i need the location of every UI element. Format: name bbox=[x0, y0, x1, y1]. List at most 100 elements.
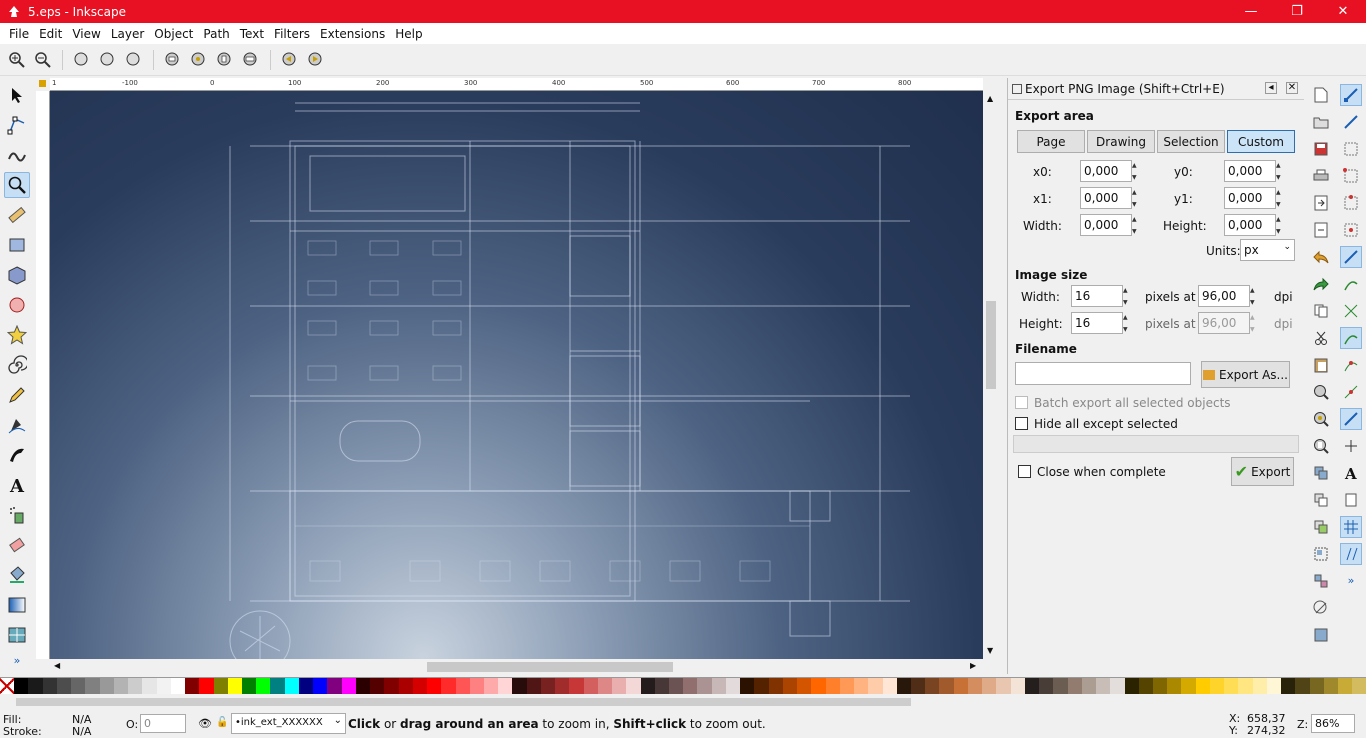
zoom-page-icon[interactable] bbox=[213, 48, 237, 72]
object-properties-icon[interactable] bbox=[1310, 597, 1332, 619]
zoom-tool-icon[interactable] bbox=[4, 172, 30, 198]
color-swatch[interactable] bbox=[1352, 678, 1366, 694]
snap-bbox-edge-icon[interactable] bbox=[1340, 138, 1362, 160]
zoom-drawing-cmd-icon[interactable] bbox=[1310, 408, 1332, 430]
duplicate-icon[interactable] bbox=[1310, 462, 1332, 484]
area-height-input[interactable]: 0,000 ▲ ▼ bbox=[1224, 214, 1281, 236]
color-swatch[interactable] bbox=[555, 678, 570, 694]
star-tool-icon[interactable] bbox=[4, 322, 30, 348]
color-swatch[interactable] bbox=[142, 678, 157, 694]
color-swatch[interactable] bbox=[768, 678, 783, 694]
color-swatch[interactable] bbox=[441, 678, 456, 694]
print-icon[interactable] bbox=[1310, 165, 1332, 187]
selector-tool-icon[interactable] bbox=[4, 82, 30, 108]
snap-midpoints-icon[interactable] bbox=[1340, 381, 1362, 403]
color-swatch[interactable] bbox=[1053, 678, 1068, 694]
mesh-tool-icon[interactable] bbox=[4, 622, 30, 648]
close-when-complete-checkbox[interactable] bbox=[1018, 465, 1031, 478]
opacity-input[interactable]: 0 bbox=[140, 714, 186, 733]
area-width-input[interactable]: 0,000 ▲ ▼ bbox=[1080, 214, 1137, 236]
color-swatch[interactable] bbox=[85, 678, 100, 694]
current-layer-select[interactable]: •ink_ext_XXXXXX ⌄ bbox=[231, 713, 346, 734]
color-swatch[interactable] bbox=[754, 678, 769, 694]
snap-text-baseline-icon[interactable]: A bbox=[1340, 462, 1362, 484]
snap-more-icon[interactable]: » bbox=[1348, 574, 1355, 587]
zoom-in-icon[interactable] bbox=[5, 48, 29, 72]
snap-bbox-corner-icon[interactable] bbox=[1340, 165, 1362, 187]
color-swatch[interactable] bbox=[1195, 678, 1210, 694]
color-swatch[interactable] bbox=[1252, 678, 1267, 694]
color-swatch[interactable] bbox=[939, 678, 954, 694]
color-swatch[interactable] bbox=[241, 678, 257, 694]
hide-all-checkbox[interactable] bbox=[1015, 417, 1028, 430]
menu-filters[interactable]: Filters bbox=[269, 27, 315, 41]
export-as-button[interactable]: Export As... bbox=[1201, 361, 1290, 388]
color-swatch[interactable] bbox=[483, 678, 499, 694]
color-swatch[interactable] bbox=[1096, 678, 1111, 694]
layer-visibility-icon[interactable]: 👁 bbox=[198, 717, 212, 730]
menu-extensions[interactable]: Extensions bbox=[315, 27, 390, 41]
color-swatch[interactable] bbox=[412, 678, 428, 694]
snap-cusp-nodes-icon[interactable] bbox=[1340, 327, 1362, 349]
color-swatch[interactable] bbox=[982, 678, 997, 694]
color-swatch[interactable] bbox=[227, 678, 242, 694]
eraser-tool-icon[interactable] bbox=[4, 532, 30, 558]
pen-tool-icon[interactable] bbox=[4, 412, 30, 438]
area-drawing-button[interactable]: Drawing bbox=[1087, 130, 1155, 153]
color-swatch[interactable] bbox=[697, 678, 712, 694]
color-swatch[interactable] bbox=[298, 678, 314, 694]
color-swatch[interactable] bbox=[398, 678, 413, 694]
snap-page-border-icon[interactable] bbox=[1340, 489, 1362, 511]
measure-tool-icon[interactable] bbox=[4, 202, 30, 228]
color-swatch[interactable] bbox=[740, 678, 755, 694]
y1-input[interactable]: 0,000 ▲ ▼ bbox=[1224, 187, 1281, 209]
maximize-button[interactable]: ❐ bbox=[1274, 0, 1320, 23]
color-swatch[interactable] bbox=[654, 678, 670, 694]
filename-input[interactable] bbox=[1015, 362, 1191, 385]
color-swatch[interactable] bbox=[42, 678, 57, 694]
toolbox-more-icon[interactable]: » bbox=[14, 654, 21, 667]
color-swatch[interactable] bbox=[1152, 678, 1168, 694]
new-document-icon[interactable] bbox=[1310, 84, 1332, 106]
color-swatch[interactable] bbox=[1338, 678, 1353, 694]
color-swatch[interactable] bbox=[1323, 678, 1339, 694]
snap-smooth-nodes-icon[interactable] bbox=[1340, 354, 1362, 376]
undo-icon[interactable] bbox=[1310, 246, 1332, 268]
color-swatch[interactable] bbox=[1081, 678, 1097, 694]
zoom-selection-icon[interactable] bbox=[161, 48, 185, 72]
ungroup-icon[interactable] bbox=[1310, 570, 1332, 592]
snap-bbox-center-icon[interactable] bbox=[1340, 219, 1362, 241]
color-swatch[interactable] bbox=[569, 678, 584, 694]
group-icon[interactable] bbox=[1310, 543, 1332, 565]
menu-object[interactable]: Object bbox=[149, 27, 198, 41]
color-swatch[interactable] bbox=[28, 678, 43, 694]
snap-guides-icon[interactable] bbox=[1340, 543, 1362, 565]
scroll-left-icon[interactable]: ◀ bbox=[54, 661, 60, 670]
color-swatch[interactable] bbox=[683, 678, 698, 694]
snap-paths-icon[interactable] bbox=[1340, 273, 1362, 295]
snap-bbox-midpoint-icon[interactable] bbox=[1340, 192, 1362, 214]
color-swatch[interactable] bbox=[170, 678, 186, 694]
zoom-input[interactable]: 86% bbox=[1311, 714, 1355, 733]
color-swatch[interactable] bbox=[455, 678, 470, 694]
menu-layer[interactable]: Layer bbox=[106, 27, 149, 41]
color-swatch[interactable] bbox=[882, 678, 897, 694]
color-swatch[interactable] bbox=[1266, 678, 1282, 694]
horizontal-scroll-thumb[interactable] bbox=[427, 662, 673, 672]
zoom-previous-icon[interactable] bbox=[278, 48, 302, 72]
snap-object-centers-icon[interactable] bbox=[1340, 435, 1362, 457]
snap-bbox-icon[interactable] bbox=[1340, 111, 1362, 133]
color-swatch[interactable] bbox=[669, 678, 684, 694]
dpi-input[interactable]: 96,00 ▲ ▼ bbox=[1198, 285, 1255, 307]
spray-tool-icon[interactable] bbox=[4, 502, 30, 528]
color-swatch[interactable] bbox=[1209, 678, 1225, 694]
color-swatch[interactable] bbox=[1024, 678, 1040, 694]
clone-icon[interactable] bbox=[1310, 489, 1332, 511]
align-distribute-icon[interactable] bbox=[1310, 624, 1332, 646]
color-swatch[interactable] bbox=[498, 678, 513, 694]
color-swatch[interactable] bbox=[156, 678, 171, 694]
no-paint-swatch[interactable] bbox=[0, 678, 15, 694]
scroll-up-icon[interactable]: ▲ bbox=[987, 94, 993, 103]
color-swatch[interactable] bbox=[797, 678, 812, 694]
menu-path[interactable]: Path bbox=[198, 27, 234, 41]
